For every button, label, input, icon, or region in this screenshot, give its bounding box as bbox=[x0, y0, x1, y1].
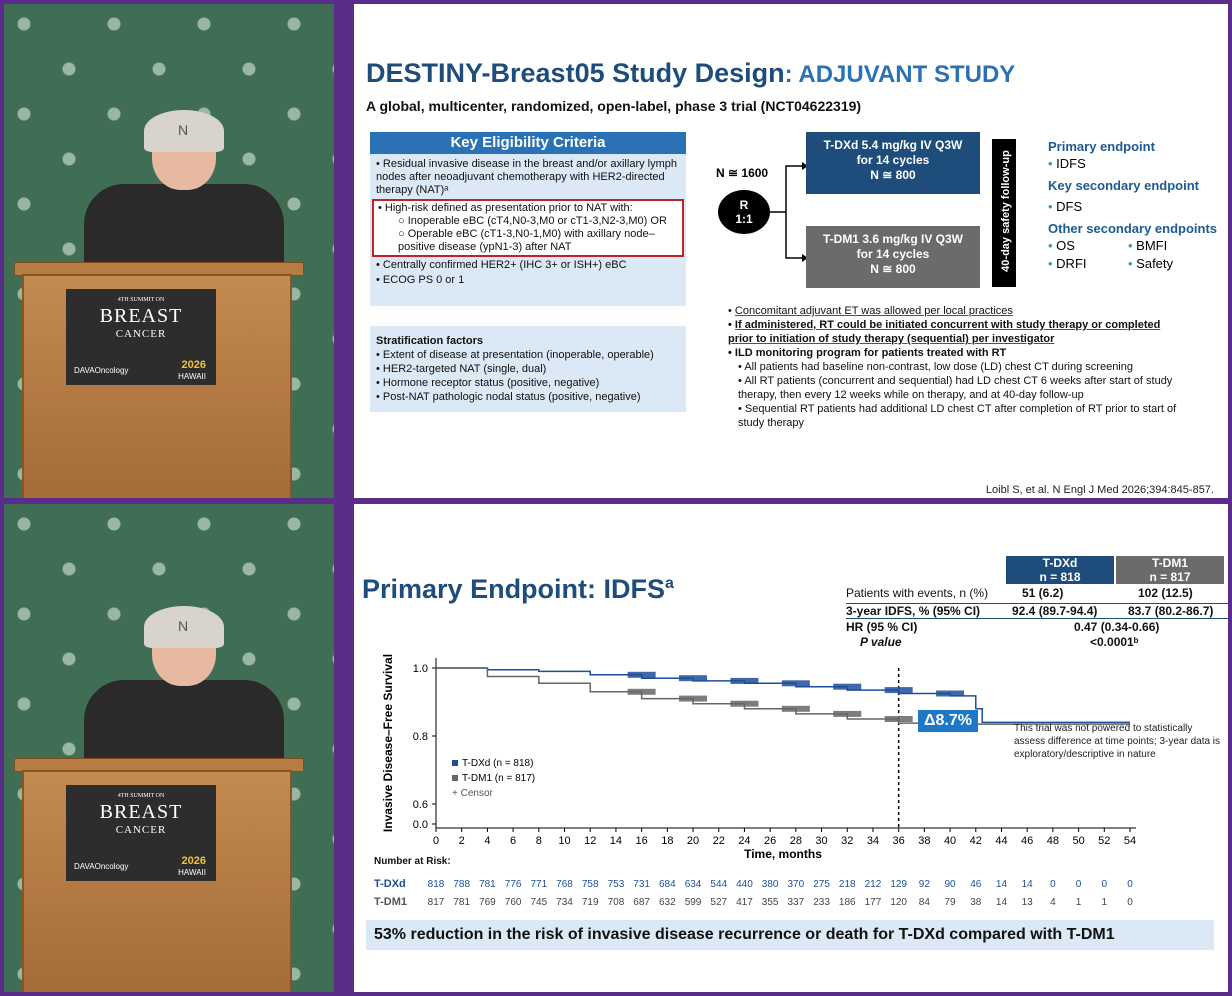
col-tdxd: T-DXd n = 818 bbox=[1006, 556, 1114, 584]
x-tick-label: 46 bbox=[1021, 835, 1033, 847]
risk-label-tdxd: T-DXd bbox=[374, 878, 406, 890]
speaker-video-top: N 4TH SUMMIT ON BREAST CANCER DAVAOncology 2… bbox=[4, 4, 334, 498]
x-tick-label: 28 bbox=[790, 835, 802, 847]
cap-icon: N bbox=[144, 110, 224, 152]
slide-study-design: DESTINY-Breast05 Study Design: ADJUVANT … bbox=[354, 4, 1228, 498]
x-tick-label: 12 bbox=[584, 835, 596, 847]
cap-icon: N bbox=[144, 606, 224, 648]
censor-cluster-tdxd bbox=[833, 683, 862, 690]
x-tick-label: 44 bbox=[995, 835, 1007, 847]
bottom-conclusion: 53% reduction in the risk of invasive di… bbox=[366, 920, 1214, 950]
reference: Loibl S, et al. N Engl J Med 2026;394:84… bbox=[985, 484, 1214, 496]
x-tick-label: 50 bbox=[1072, 835, 1084, 847]
risk-value-tdxd: 0 bbox=[1127, 879, 1133, 890]
slide-subtitle: A global, multicenter, randomized, open-… bbox=[366, 98, 862, 114]
eligibility-box: Key Eligibility Criteria • Residual inva… bbox=[370, 132, 686, 306]
high-risk-box: • High-risk defined as presentation prio… bbox=[372, 199, 684, 257]
censor-cluster-tdm1 bbox=[884, 716, 913, 722]
x-tick-label: 48 bbox=[1047, 835, 1059, 847]
arm-tdxd: T-DXd 5.4 mg/kg IV Q3W for 14 cycles N ≅ 8… bbox=[806, 132, 980, 194]
x-tick-label: 30 bbox=[815, 835, 827, 847]
x-tick-label: 22 bbox=[713, 835, 725, 847]
censor-cluster-tdm1 bbox=[679, 695, 708, 702]
arm-tdm1: T-DM1 3.6 mg/kg IV Q3W for 14 cycles N ≅ 8… bbox=[806, 226, 980, 288]
x-tick-label: 20 bbox=[687, 835, 699, 847]
design-arrows bbox=[770, 162, 808, 262]
rt-notes: • Concomitant adjuvant ET was allowed pe… bbox=[728, 305, 1177, 429]
x-tick-label: 16 bbox=[636, 835, 648, 847]
censor-cluster-tdxd bbox=[884, 687, 913, 694]
x-axis-label: Time, months bbox=[744, 847, 822, 861]
km-line-tdxd bbox=[436, 667, 1130, 724]
x-tick-label: 26 bbox=[764, 835, 776, 847]
y-axis-label: Invasive Disease–Free Survival bbox=[381, 654, 395, 832]
censor-cluster-tdxd bbox=[936, 690, 965, 697]
censor-cluster-tdm1 bbox=[781, 705, 810, 712]
n-label: N ≅ 1600 bbox=[716, 166, 769, 180]
x-tick-label: 24 bbox=[738, 835, 750, 847]
speaker-video-bottom: N 4TH SUMMIT ON BREAST CANCER DAVAOncology 2… bbox=[4, 504, 334, 992]
km-line-tdm1 bbox=[436, 667, 1130, 725]
y-tick-label: 1.0 bbox=[413, 663, 428, 675]
summit-sign: 4TH SUMMIT ON BREAST CANCER DAVAOncology 202… bbox=[66, 785, 216, 881]
x-tick-label: 52 bbox=[1098, 835, 1110, 847]
slide-title: Primary Endpoint: IDFSa bbox=[362, 574, 674, 604]
y-tick-label: 0.8 bbox=[413, 731, 428, 743]
endpoints: Primary endpoint • IDFS Key secondary en… bbox=[1048, 139, 1218, 271]
x-tick-label: 32 bbox=[841, 835, 853, 847]
censor-cluster-tdm1 bbox=[627, 688, 656, 695]
x-tick-label: 10 bbox=[558, 835, 570, 847]
delta-badge: Δ8.7% bbox=[918, 710, 978, 732]
y-tick-label: 0.6 bbox=[413, 799, 428, 811]
censor-cluster-tdm1 bbox=[833, 710, 862, 717]
risk-value-tdm1: 0 bbox=[1127, 897, 1133, 908]
randomization-circle: R 1:1 bbox=[718, 190, 770, 234]
x-tick-label: 54 bbox=[1124, 835, 1136, 847]
x-tick-label: 0 bbox=[433, 835, 439, 847]
x-tick-label: 4 bbox=[484, 835, 490, 847]
censor-cluster-tdxd bbox=[730, 677, 759, 684]
censor-cluster-tdxd bbox=[627, 671, 656, 678]
censor-cluster-tdm1 bbox=[730, 700, 759, 707]
censor-cluster-tdxd bbox=[679, 675, 708, 682]
x-tick-label: 18 bbox=[661, 835, 673, 847]
risk-title: Number at Risk: bbox=[374, 856, 451, 867]
x-tick-label: 38 bbox=[918, 835, 930, 847]
x-tick-label: 8 bbox=[536, 835, 542, 847]
slide-primary-endpoint: Primary Endpoint: IDFSa T-DXd n = 818 T-D… bbox=[354, 504, 1228, 992]
x-tick-label: 36 bbox=[893, 835, 905, 847]
col-tdm1: T-DM1 n = 817 bbox=[1116, 556, 1224, 584]
x-tick-label: 2 bbox=[459, 835, 465, 847]
stratification-box: Stratification factors • Extent of disea… bbox=[370, 326, 686, 412]
risk-label-tdm1: T-DM1 bbox=[374, 896, 407, 908]
censor-cluster-tdxd bbox=[781, 680, 810, 687]
y-tick-label: 0.0 bbox=[413, 819, 428, 831]
slide-title: DESTINY-Breast05 Study Design: ADJUVANT … bbox=[366, 58, 1016, 88]
x-tick-label: 14 bbox=[610, 835, 622, 847]
x-tick-label: 34 bbox=[867, 835, 879, 847]
followup-bar: 40-day safety follow-up bbox=[992, 139, 1016, 287]
x-tick-label: 6 bbox=[510, 835, 516, 847]
x-tick-label: 42 bbox=[970, 835, 982, 847]
chart-legend: T-DXd (n = 818) T-DM1 (n = 817) + Censor bbox=[452, 758, 536, 799]
chart-note: This trial was not powered to statistica… bbox=[1014, 723, 1221, 760]
summit-sign: 4TH SUMMIT ON BREAST CANCER DAVAOncology 202… bbox=[66, 289, 216, 385]
x-tick-label: 40 bbox=[944, 835, 956, 847]
